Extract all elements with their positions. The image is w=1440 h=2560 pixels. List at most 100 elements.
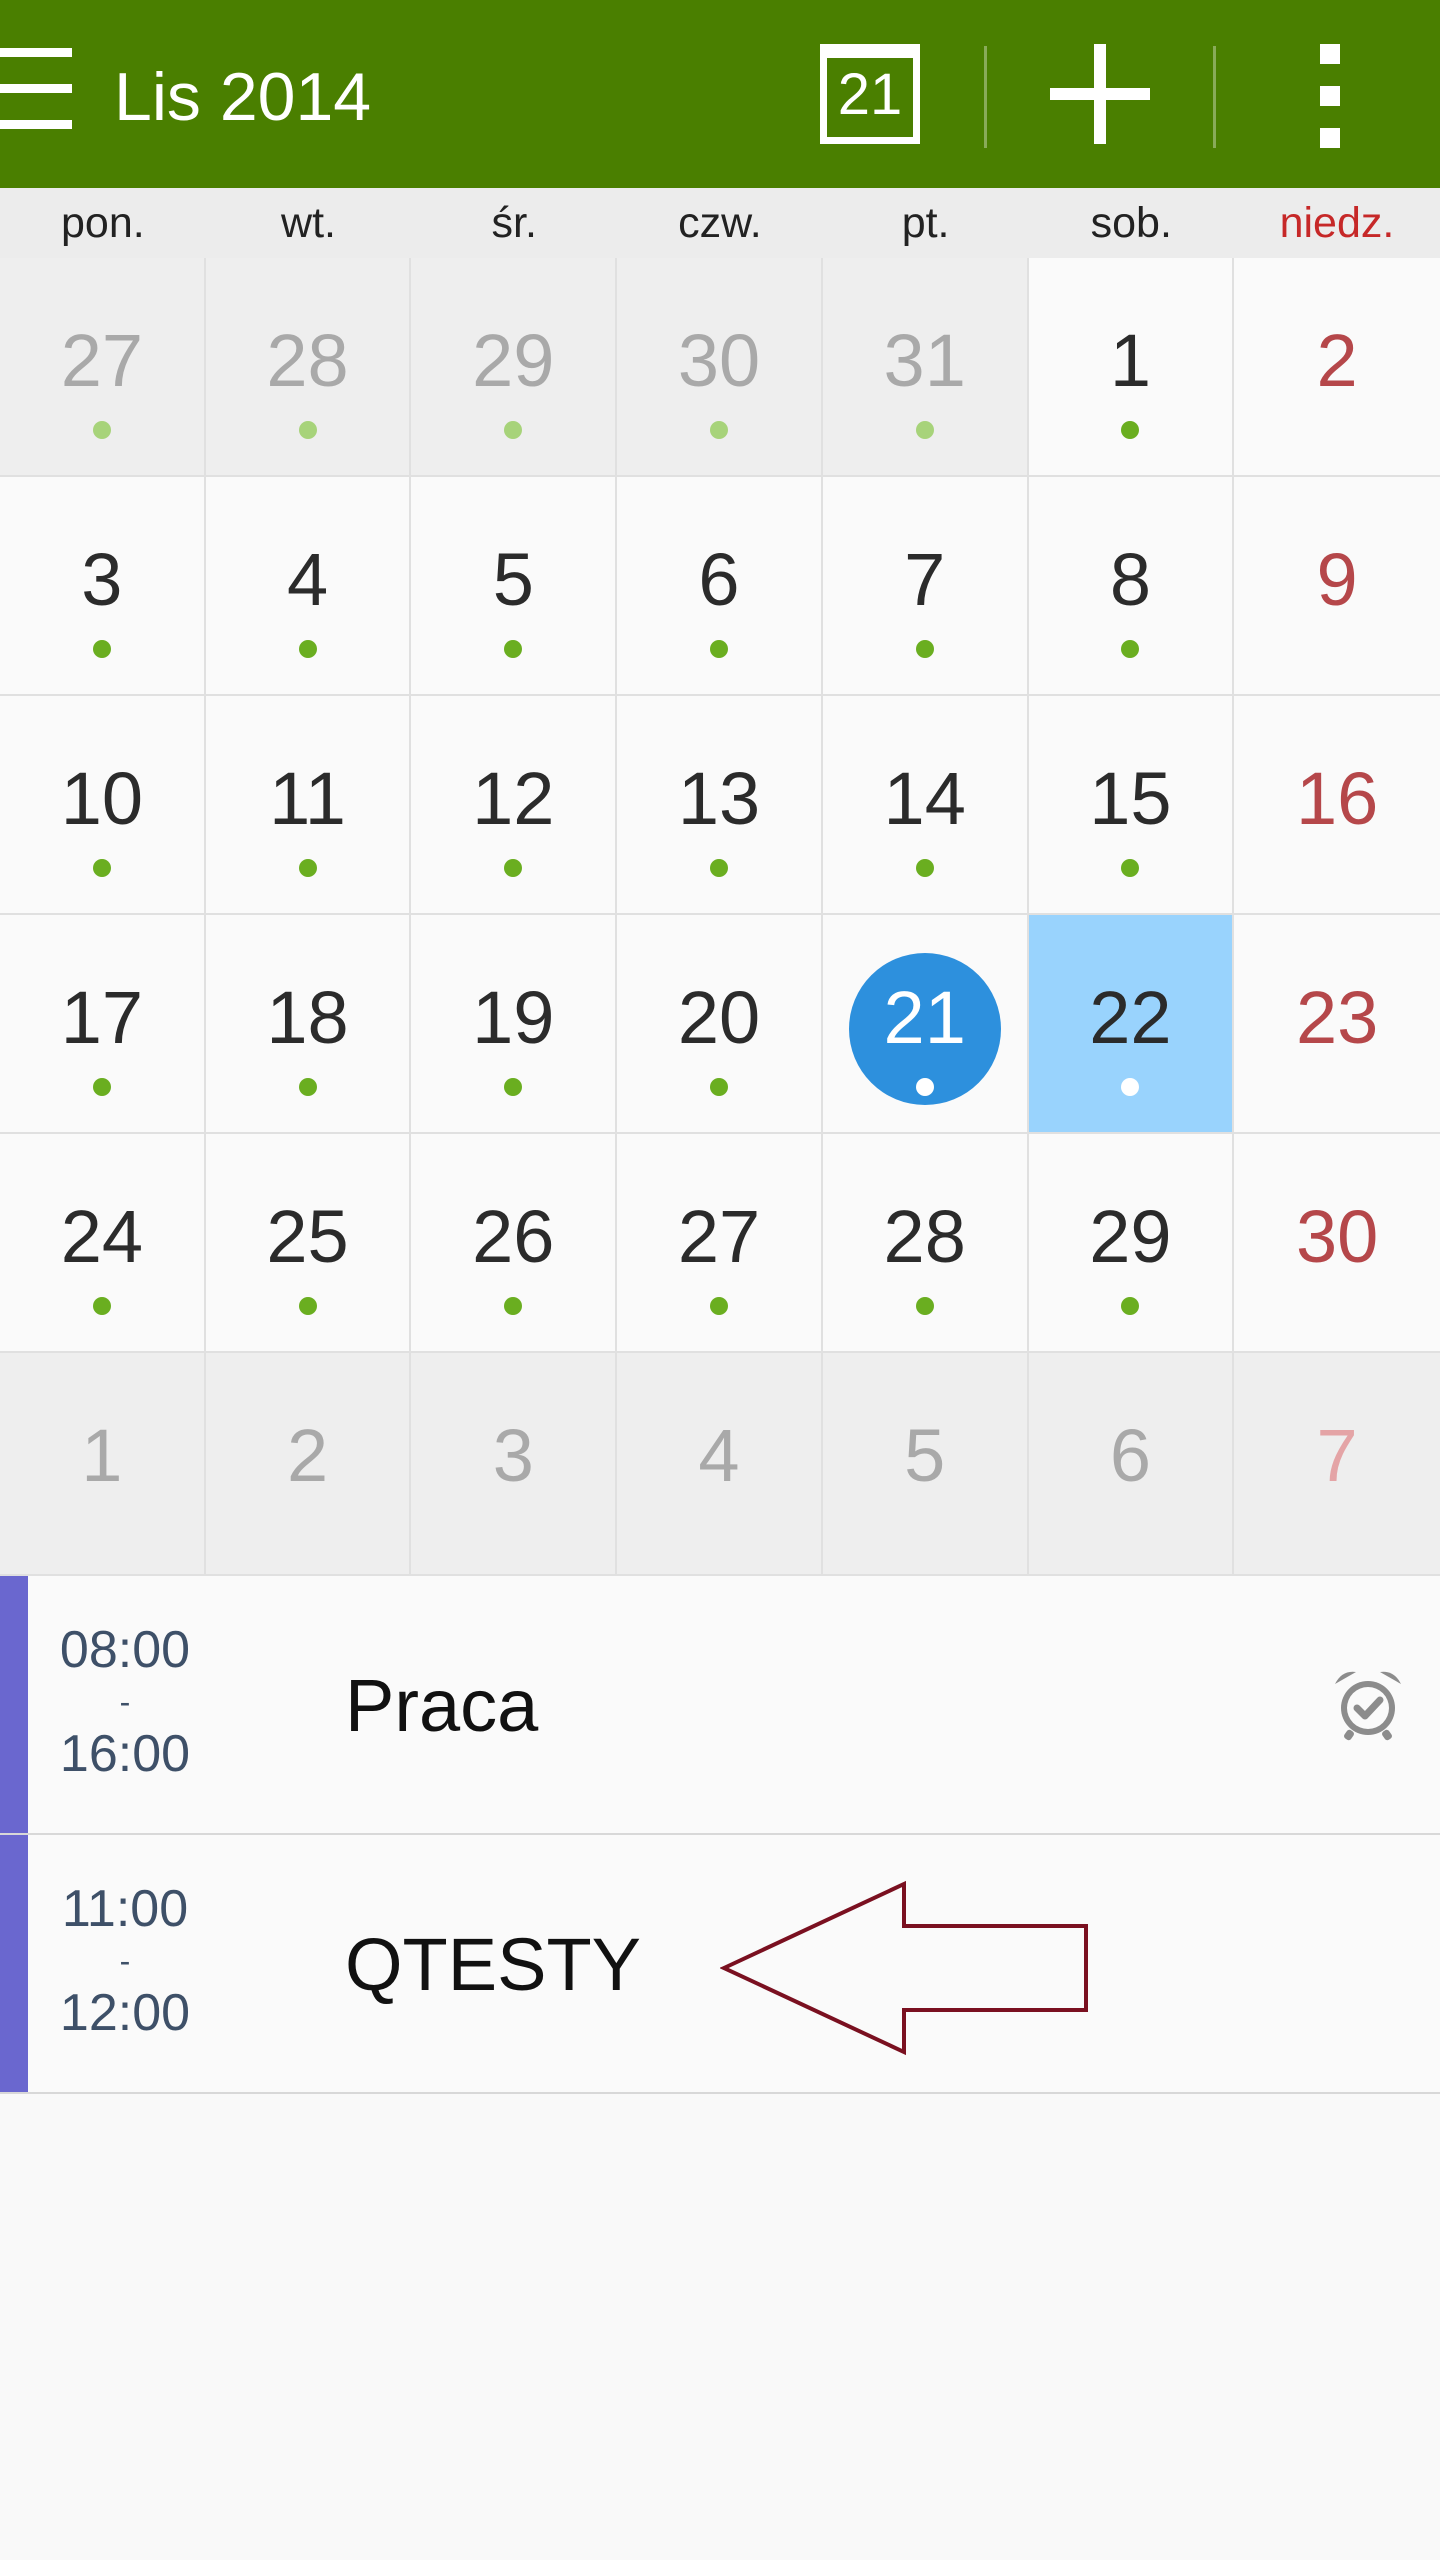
day-cell[interactable]: 27 (617, 1134, 823, 1353)
event-indicator-dot (915, 1078, 934, 1096)
day-cell[interactable]: 22 (1028, 915, 1235, 1134)
event-indicator-dot (1121, 1078, 1140, 1096)
day-cell[interactable]: 6 (617, 477, 823, 696)
day-number: 10 (60, 757, 143, 840)
event-indicator-dot (709, 640, 728, 658)
day-cell[interactable]: 31 (822, 258, 1029, 477)
weekday-label: wt. (281, 199, 336, 247)
day-cell[interactable]: 10 (0, 696, 206, 915)
day-number: 4 (698, 1414, 740, 1497)
weekday-label: pt. (901, 199, 950, 247)
day-number: 7 (1316, 1414, 1358, 1497)
day-cell[interactable]: 27 (0, 258, 206, 477)
day-cell[interactable]: 2 (1234, 258, 1440, 477)
day-cell[interactable]: 14 (822, 696, 1029, 915)
event-title: Praca (345, 1664, 539, 1747)
event-indicator-dot (1121, 640, 1140, 658)
weekday-label: sob. (1090, 199, 1172, 247)
day-cell[interactable]: 29 (411, 258, 618, 477)
day-number: 14 (883, 757, 966, 840)
day-number: 4 (286, 538, 329, 621)
event-indicator-dot (1121, 421, 1140, 439)
weekday-header: pon. wt. śr. czw. pt. sob. niedz. (0, 188, 1440, 258)
day-cell[interactable]: 11 (205, 696, 412, 915)
day-number: 3 (492, 1414, 534, 1497)
toolbar-divider (984, 46, 987, 148)
day-cell[interactable]: 4 (205, 477, 412, 696)
day-cell[interactable]: 3 (0, 477, 206, 696)
day-number: 6 (1109, 1414, 1151, 1497)
day-number: 28 (266, 319, 349, 402)
hamburger-menu-icon[interactable] (0, 48, 72, 138)
day-number: 18 (266, 976, 349, 1059)
calendar-today-icon[interactable]: 21 (820, 44, 920, 144)
day-cell[interactable]: 1 (1028, 258, 1235, 477)
day-number: 12 (472, 757, 555, 840)
day-cell[interactable]: 3 (411, 1353, 618, 1576)
calendar-color-bar (0, 1835, 28, 2092)
weekday-label: czw. (678, 199, 762, 247)
plus-icon[interactable] (1050, 44, 1150, 144)
day-number: 5 (492, 538, 534, 621)
day-cell[interactable]: 21 (822, 915, 1029, 1134)
event-indicator-dot (504, 640, 523, 658)
event-indicator-dot (915, 859, 934, 877)
event-indicator-dot (709, 1078, 728, 1096)
day-cell[interactable]: 6 (1028, 1353, 1235, 1576)
day-cell[interactable]: 1 (0, 1353, 206, 1576)
day-cell[interactable]: 24 (0, 1134, 206, 1353)
overflow-menu-icon[interactable] (1310, 44, 1350, 148)
day-cell[interactable]: 26 (411, 1134, 618, 1353)
day-cell[interactable]: 15 (1028, 696, 1235, 915)
day-cell[interactable]: 16 (1234, 696, 1440, 915)
event-indicator-dot (298, 421, 317, 439)
day-number: 25 (266, 1195, 349, 1278)
day-number: 17 (60, 976, 143, 1059)
day-cell[interactable]: 7 (1234, 1353, 1440, 1576)
day-cell[interactable]: 7 (822, 477, 1029, 696)
event-time: 08:00 - 16:00 (40, 1624, 210, 1780)
day-number: 2 (286, 1414, 329, 1497)
day-number: 11 (269, 757, 346, 840)
day-cell[interactable]: 28 (822, 1134, 1029, 1353)
event-item[interactable]: 08:00 - 16:00 Praca (0, 1576, 1440, 1835)
day-number: 23 (1295, 976, 1379, 1059)
day-cell[interactable]: 17 (0, 915, 206, 1134)
day-cell[interactable]: 30 (617, 258, 823, 477)
event-indicator-dot (298, 1297, 317, 1315)
day-cell[interactable]: 4 (617, 1353, 823, 1576)
day-number: 28 (883, 1195, 966, 1278)
day-cell[interactable]: 30 (1234, 1134, 1440, 1353)
day-cell[interactable]: 8 (1028, 477, 1235, 696)
day-cell[interactable]: 19 (411, 915, 618, 1134)
day-cell[interactable]: 2 (205, 1353, 412, 1576)
day-cell[interactable]: 28 (205, 258, 412, 477)
day-cell[interactable]: 13 (617, 696, 823, 915)
day-number: 7 (904, 538, 946, 621)
weekday-label: śr. (491, 199, 537, 247)
day-number: 1 (81, 1414, 123, 1497)
event-indicator-dot (92, 421, 111, 439)
event-time: 11:00 - 12:00 (40, 1883, 210, 2039)
day-cell[interactable]: 29 (1028, 1134, 1235, 1353)
event-start-time: 11:00 (61, 1880, 189, 1938)
calendar-color-bar (0, 1576, 28, 1833)
day-cell[interactable]: 25 (205, 1134, 412, 1353)
day-cell[interactable]: 23 (1234, 915, 1440, 1134)
event-indicator-dot (709, 1297, 728, 1315)
day-cell[interactable]: 9 (1234, 477, 1440, 696)
day-cell[interactable]: 20 (617, 915, 823, 1134)
event-indicator-dot (504, 1297, 523, 1315)
event-title: QTESTY (345, 1923, 642, 2006)
day-cell[interactable]: 5 (822, 1353, 1029, 1576)
event-indicator-dot (915, 640, 934, 658)
day-number: 29 (1089, 1195, 1172, 1278)
day-number: 22 (1089, 976, 1172, 1059)
event-indicator-dot (298, 859, 317, 877)
toolbar-divider (1213, 46, 1216, 148)
month-title[interactable]: Lis 2014 (114, 52, 371, 142)
day-number: 27 (60, 319, 143, 402)
day-cell[interactable]: 5 (411, 477, 618, 696)
day-cell[interactable]: 18 (205, 915, 412, 1134)
day-cell[interactable]: 12 (411, 696, 618, 915)
